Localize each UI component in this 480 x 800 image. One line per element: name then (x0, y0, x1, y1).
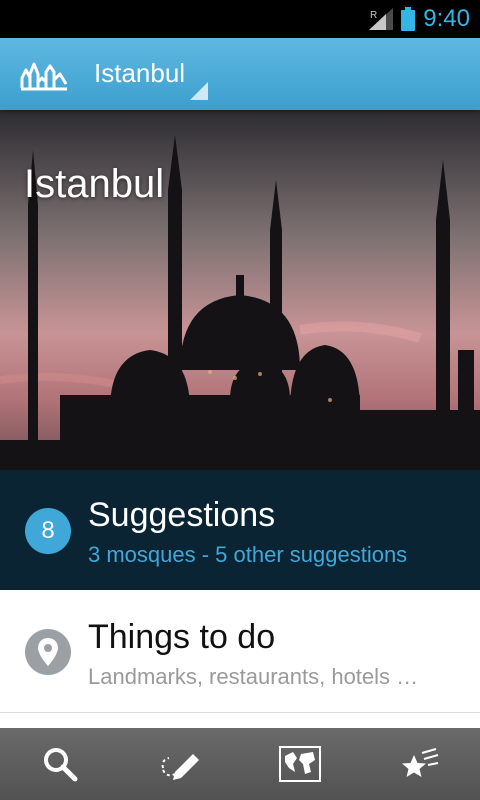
suggestions-title: Suggestions (88, 496, 276, 534)
skyline-logo-icon[interactable] (20, 56, 68, 92)
suggestions-count-badge: 8 (25, 508, 71, 554)
signal-icon: R (369, 8, 394, 30)
things-to-do-title: Things to do (88, 618, 276, 656)
city-selector[interactable]: Istanbul (94, 58, 185, 89)
hero-image: Istanbul (0, 110, 480, 470)
battery-icon (401, 7, 416, 31)
tab-favorites[interactable] (360, 728, 480, 800)
map-pin-icon (25, 629, 71, 675)
action-bar: Istanbul (0, 38, 480, 110)
suggestions-row[interactable]: 8 Suggestions 3 mosques - 5 other sugges… (0, 470, 480, 590)
suggestions-subtitle: 3 mosques - 5 other suggestions (88, 542, 408, 567)
clock: 9:40 (423, 5, 470, 32)
status-bar: R 9:40 (0, 0, 480, 38)
pencil-icon (161, 754, 199, 780)
tab-notes[interactable] (120, 728, 240, 800)
status-icons: R 9:40 (369, 0, 470, 38)
dropdown-indicator-icon (190, 82, 208, 100)
stars-icon (402, 748, 439, 777)
things-to-do-row[interactable]: Things to do Landmarks, restaurants, hot… (0, 592, 480, 713)
roaming-indicator: R (370, 10, 377, 21)
bottom-tab-bar (0, 728, 480, 800)
hero-title: Istanbul (24, 162, 165, 206)
tab-search[interactable] (0, 728, 120, 800)
tab-map[interactable] (240, 728, 360, 800)
things-to-do-subtitle: Landmarks, restaurants, hotels … (88, 664, 419, 689)
map-icon (279, 746, 321, 782)
search-icon (44, 748, 78, 782)
